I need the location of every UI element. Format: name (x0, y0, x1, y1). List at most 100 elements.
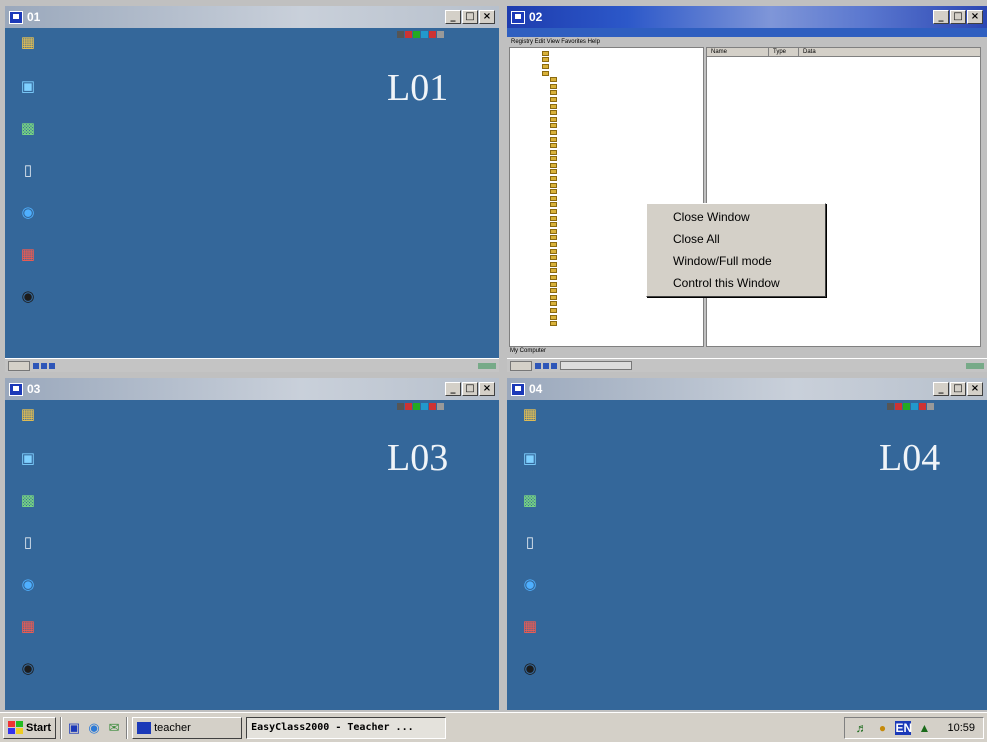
connection-icon[interactable]: ◉ (521, 660, 539, 678)
close-button[interactable]: × (479, 382, 495, 396)
tree-row[interactable] (542, 76, 703, 83)
tree-row[interactable] (542, 182, 703, 189)
pane-01-titlebar[interactable]: 01 _ □ × (5, 6, 499, 28)
clock[interactable]: 10:59 (947, 722, 975, 734)
pane-03-titlebar[interactable]: 03 _ □ × (5, 378, 499, 400)
network-icon[interactable]: ● (874, 721, 890, 735)
tree-row[interactable] (542, 116, 703, 123)
minimize-button[interactable]: _ (933, 10, 949, 24)
tree-row[interactable] (542, 57, 703, 64)
tree-row[interactable] (542, 175, 703, 182)
menu-item-window-full-mode[interactable]: Window/Full mode (649, 250, 823, 272)
maximize-button[interactable]: □ (462, 10, 478, 24)
list-header-name[interactable]: Name (707, 48, 769, 56)
menu-item-close-window[interactable]: Close Window (649, 206, 823, 228)
menu-item-control-window[interactable]: Control this Window (649, 272, 823, 294)
outlook-express-icon[interactable]: ✉ (106, 720, 122, 736)
tree-row[interactable] (542, 195, 703, 202)
maximize-button[interactable]: □ (950, 10, 966, 24)
minimize-button[interactable]: _ (445, 10, 461, 24)
volume-icon[interactable]: ♬ (853, 721, 869, 735)
taskbar-teacher-button[interactable]: teacher (132, 716, 243, 739)
start-button[interactable]: Start (3, 716, 57, 739)
my-documents-icon[interactable]: ▦ (521, 406, 539, 424)
internet-explorer-icon[interactable]: ◉ (19, 204, 37, 222)
registry-values-list[interactable]: Name Type Data (706, 47, 981, 347)
tree-row[interactable] (542, 83, 703, 90)
registry-list-header: Name Type Data (707, 48, 980, 57)
network-places-icon[interactable]: ▩ (521, 492, 539, 510)
tree-row[interactable] (542, 169, 703, 176)
acrobat-icon[interactable]: ▦ (19, 246, 37, 264)
mini-start-button (510, 360, 532, 371)
show-desktop-icon[interactable]: ▣ (66, 720, 82, 736)
pane-03[interactable]: 03 _ □ × ▦ ▣ ▩ ▯ ◉ ▦ ◉ L03 (5, 378, 499, 710)
recycle-bin-icon[interactable]: ▯ (19, 534, 37, 552)
pane-04-label: L04 (879, 437, 941, 479)
tree-row[interactable] (542, 307, 703, 314)
connection-icon[interactable]: ◉ (19, 288, 37, 306)
pane-03-title: 03 (27, 382, 41, 396)
tree-row[interactable] (542, 162, 703, 169)
pane-02-titlebar[interactable]: 02 _ □ × (507, 6, 987, 28)
tree-row[interactable] (542, 142, 703, 149)
pane-03-desktop[interactable]: ▦ ▣ ▩ ▯ ◉ ▦ ◉ L03 (5, 400, 499, 710)
registry-tree[interactable] (509, 47, 704, 347)
close-button[interactable]: × (967, 382, 983, 396)
close-button[interactable]: × (967, 10, 983, 24)
tree-row[interactable] (542, 96, 703, 103)
recycle-bin-icon[interactable]: ▯ (521, 534, 539, 552)
remote-tray-icons (397, 403, 444, 410)
internet-explorer-icon[interactable]: ◉ (521, 576, 539, 594)
pane-01-taskbar (5, 358, 499, 372)
pane-04-desktop[interactable]: ▦ ▣ ▩ ▯ ◉ ▦ ◉ L04 (507, 400, 987, 710)
tree-row[interactable] (542, 129, 703, 136)
acrobat-icon[interactable]: ▦ (521, 618, 539, 636)
network-places-icon[interactable]: ▩ (19, 492, 37, 510)
internet-explorer-icon[interactable]: ◉ (19, 576, 37, 594)
tree-row[interactable] (542, 103, 703, 110)
pane-02-title: 02 (529, 10, 543, 24)
close-button[interactable]: × (479, 10, 495, 24)
my-documents-icon[interactable]: ▦ (19, 406, 37, 424)
easyclass-tray-icon[interactable]: ▲ (916, 721, 932, 735)
maximize-button[interactable]: □ (462, 382, 478, 396)
tree-row[interactable] (542, 123, 703, 130)
tree-row[interactable] (542, 136, 703, 143)
tree-row[interactable] (542, 149, 703, 156)
tree-row[interactable] (542, 301, 703, 308)
my-computer-icon[interactable]: ▣ (19, 78, 37, 96)
minimize-button[interactable]: _ (445, 382, 461, 396)
connection-icon[interactable]: ◉ (19, 660, 37, 678)
tree-row[interactable] (542, 109, 703, 116)
tree-row[interactable] (542, 314, 703, 321)
tree-row[interactable] (542, 320, 703, 327)
menu-item-close-all[interactable]: Close All (649, 228, 823, 250)
network-places-icon[interactable]: ▩ (19, 120, 37, 138)
tree-row[interactable] (542, 50, 703, 57)
pane-04[interactable]: 04 _ □ × ▦ ▣ ▩ ▯ ◉ ▦ ◉ L04 (507, 378, 987, 710)
pane-01[interactable]: 01 _ □ × ▦ ▣ ▩ ▯ ◉ ▦ ◉ L01 (5, 6, 499, 372)
minimize-button[interactable]: _ (933, 382, 949, 396)
my-computer-icon[interactable]: ▣ (521, 450, 539, 468)
start-label: Start (26, 721, 52, 734)
acrobat-icon[interactable]: ▦ (19, 618, 37, 636)
pane-04-titlebar[interactable]: 04 _ □ × (507, 378, 987, 400)
taskbar-easyclass-button[interactable]: EasyClass2000 - Teacher ... (246, 716, 447, 739)
list-header-data[interactable]: Data (799, 48, 839, 56)
tree-row[interactable] (542, 188, 703, 195)
list-header-type[interactable]: Type (769, 48, 799, 56)
internet-explorer-icon[interactable]: ◉ (86, 720, 102, 736)
tree-row[interactable] (542, 70, 703, 77)
pane-01-desktop[interactable]: ▦ ▣ ▩ ▯ ◉ ▦ ◉ L01 (5, 28, 499, 358)
recycle-bin-icon[interactable]: ▯ (19, 162, 37, 180)
tree-row[interactable] (542, 156, 703, 163)
my-computer-icon[interactable]: ▣ (19, 450, 37, 468)
tree-row[interactable] (542, 90, 703, 97)
maximize-button[interactable]: □ (950, 382, 966, 396)
pane-02[interactable]: 02 _ □ × Registry Edit View Favorites He… (507, 6, 987, 372)
registry-menubar[interactable]: Registry Edit View Favorites Help (507, 37, 987, 47)
tree-row[interactable] (542, 63, 703, 70)
my-documents-icon[interactable]: ▦ (19, 34, 37, 52)
language-indicator[interactable]: EN (895, 720, 912, 735)
